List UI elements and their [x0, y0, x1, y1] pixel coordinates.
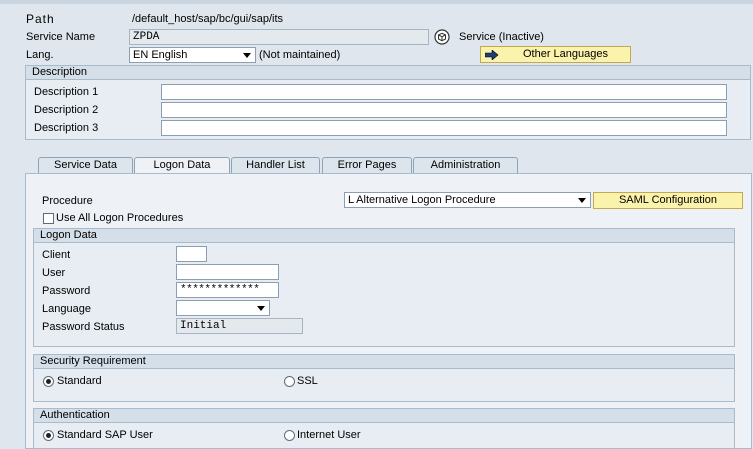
saml-configuration-label: SAML Configuration [618, 194, 718, 206]
procedure-label: Procedure [42, 195, 93, 207]
tab-logon-data-label: Logon Data [153, 159, 211, 171]
security-standard-label: Standard [57, 375, 102, 387]
auth-standard-sap-user-radio[interactable] [43, 430, 54, 441]
auth-internet-user-label: Internet User [297, 429, 361, 441]
logon-data-body [33, 243, 735, 347]
description-3-label: Description 3 [34, 122, 99, 134]
description-1-input[interactable] [161, 84, 727, 100]
security-ssl-radio[interactable] [284, 376, 295, 387]
security-requirement-body [33, 369, 735, 402]
description-title: Description [32, 66, 88, 78]
procedure-dropdown[interactable]: L Alternative Logon Procedure [344, 192, 591, 208]
cube-icon[interactable] [434, 29, 450, 45]
service-name-field[interactable]: ZPDA [129, 29, 429, 45]
tab-handler-list[interactable]: Handler List [231, 157, 320, 173]
service-status: Service (Inactive) [459, 31, 544, 43]
chevron-down-icon [257, 306, 265, 311]
saml-configuration-button[interactable]: SAML Configuration [593, 192, 743, 209]
client-input[interactable] [176, 246, 207, 262]
security-requirement-title: Security Requirement [40, 355, 146, 367]
tab-logon-data[interactable]: Logon Data [134, 157, 230, 174]
description-2-input[interactable] [161, 102, 727, 118]
description-2-label: Description 2 [34, 104, 99, 116]
use-all-logon-procedures-checkbox[interactable] [43, 213, 54, 224]
description-header: Description [25, 65, 751, 80]
auth-standard-sap-user-label: Standard SAP User [57, 429, 153, 441]
security-requirement-header: Security Requirement [33, 354, 735, 369]
client-label: Client [42, 249, 71, 261]
security-standard-radio[interactable] [43, 376, 54, 387]
tab-service-data[interactable]: Service Data [38, 157, 133, 173]
tab-administration[interactable]: Administration [413, 157, 518, 173]
auth-internet-user-radio[interactable] [284, 430, 295, 441]
password-status-field: Initial [176, 318, 303, 334]
use-all-logon-procedures-label: Use All Logon Procedures [56, 212, 184, 224]
arrow-right-icon [484, 49, 499, 61]
service-name-label: Service Name [26, 31, 96, 43]
tab-service-data-label: Service Data [54, 159, 117, 171]
top-strip [0, 0, 753, 4]
logon-data-header: Logon Data [33, 228, 735, 243]
lang-label: Lang. [26, 49, 54, 61]
authentication-header: Authentication [33, 408, 735, 423]
user-input[interactable] [176, 264, 279, 280]
tab-error-pages[interactable]: Error Pages [322, 157, 412, 173]
password-status-label: Password Status [42, 321, 125, 333]
path-value: /default_host/sap/bc/gui/sap/its [132, 13, 284, 25]
tab-administration-label: Administration [430, 159, 501, 171]
user-label: User [42, 267, 66, 279]
language-label: Language [42, 303, 91, 315]
chevron-down-icon [243, 53, 251, 58]
other-languages-label: Other Languages [522, 48, 608, 60]
logon-data-title: Logon Data [40, 229, 97, 241]
language-dropdown[interactable] [176, 300, 270, 316]
lang-status: (Not maintained) [259, 49, 341, 61]
other-languages-button[interactable]: Other Languages [480, 46, 631, 63]
security-ssl-label: SSL [297, 375, 318, 387]
password-input[interactable]: ************* [176, 282, 279, 298]
lang-dropdown-value: EN English [133, 49, 188, 61]
lang-dropdown[interactable]: EN English [129, 47, 256, 63]
path-label: Path [26, 12, 55, 26]
tab-handler-list-label: Handler List [246, 159, 305, 171]
chevron-down-icon [578, 198, 586, 203]
procedure-dropdown-value: L Alternative Logon Procedure [348, 194, 496, 206]
password-label: Password [42, 285, 91, 297]
description-3-input[interactable] [161, 120, 727, 136]
description-1-label: Description 1 [34, 86, 99, 98]
tab-error-pages-label: Error Pages [337, 159, 397, 171]
authentication-title: Authentication [40, 409, 110, 421]
